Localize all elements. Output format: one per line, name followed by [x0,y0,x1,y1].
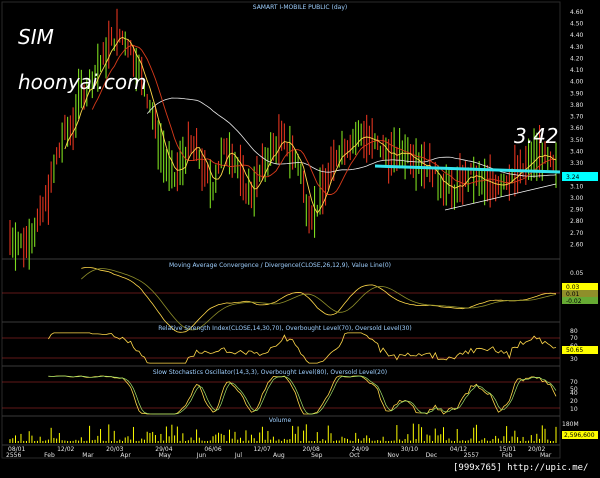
x-month-tick: Feb [502,452,513,459]
price-ytick: 4.20 [570,55,584,62]
x-month-tick: Aug [273,452,285,459]
x-month-tick: Nov [387,452,399,459]
x-month-tick: 2556 [6,452,21,459]
stoch-ytick: 20 [570,398,578,405]
trend-line [444,183,557,211]
price-ytick: 3.40 [570,148,584,155]
macd-title: Moving Average Convergence / Divergence(… [169,262,391,269]
rsi-ytick: 70 [570,335,578,342]
ticker-label: SIM [18,25,54,49]
price-ytick: 4.60 [570,9,584,16]
price-ytick: 4.50 [570,21,584,28]
stock-chart: SAMART I-MOBILE PUBLIC (day) SIM hoonyai… [1,1,598,473]
support-line [374,164,561,174]
x-month-tick: Jul [234,452,243,459]
ma-slow-line [146,97,557,177]
x-month-tick: Jun [196,452,207,459]
macd-marker-1-label: 0.03 [566,284,580,291]
x-month-tick: Oct [349,452,360,459]
stoch-y-axis: 7050402010 [570,379,578,413]
macd-marker-2-label: 0.01 [566,291,580,298]
x-month-tick: Feb [44,452,55,459]
price-ytick: 4.00 [570,79,584,86]
x-month-tick: Mar [82,452,94,459]
price-ytick: 2.80 [570,218,584,225]
price-y-axis: 4.60 4.50 4.40 4.30 4.20 4.10 4.00 3.90 3.80 3.70… [570,9,584,248]
price-ytick: 2.60 [570,241,584,248]
x-date-tick: 12/07 [253,446,270,453]
price-ytick: 3.10 [570,183,584,190]
stoch-pane: Slow Stochastics Oscillator(14,3,3), Ove… [2,369,560,415]
credit-label: [999x765] http://upic.me/ [453,463,588,473]
price-ytick: 4.10 [570,67,584,74]
stoch-ytick: 10 [570,406,578,413]
price-ytick: 3.80 [570,102,584,109]
volume-ytick: 180M [562,421,579,428]
x-axis-months: 2556 Feb Mar Apr May Jun Jul Aug Sep Oct Nov Dec 255… [6,452,552,459]
macd-ytick: 0.05 [570,270,584,277]
price-ytick: 2.70 [570,230,584,237]
price-title: SAMART I-MOBILE PUBLIC (day) [253,4,347,11]
x-month-tick: Dec [426,452,438,459]
x-date-tick: 12/02 [57,446,74,453]
price-pane: SAMART I-MOBILE PUBLIC (day) SIM hoonyai… [9,4,561,271]
price-ytick: 3.50 [570,137,584,144]
rsi-line [48,332,557,364]
rsi-ytick: 30 [570,356,578,363]
volume-pane: Volume 180M [9,417,579,443]
macd-line [81,267,557,333]
stoch-ytick: 40 [570,390,578,397]
price-ytick: 2.90 [570,207,584,214]
volume-title: Volume [269,417,292,424]
price-ytick: 3.90 [570,90,584,97]
x-month-tick: Apr [120,452,131,459]
price-bars [9,8,557,271]
rsi-marker-label: 50.65 [566,347,583,354]
x-month-tick: May [159,452,172,459]
stoch-ytick: 70 [570,379,578,386]
price-ytick: 3.70 [570,114,584,121]
macd-marker-3-label: -0.02 [566,298,582,305]
rsi-pane: Relative Strength Index(CLOSE,14,30,70),… [2,325,560,364]
rsi-ytick: 80 [570,328,578,335]
price-ytick: 3.60 [570,125,584,132]
rsi-y-axis: 80706030 [570,328,578,363]
x-month-tick: Mar [540,452,552,459]
last-price-callout: 3.42 [514,124,559,148]
stoch-title: Slow Stochastics Oscillator(14,3,3), Ove… [153,369,387,376]
rsi-title: Relative Strength Index(CLOSE,14,30,70),… [158,325,412,332]
macd-y-axis: 0.05 [570,270,584,277]
macd-signal-line [81,268,557,331]
volume-marker-label: 2,596,600 [564,432,595,439]
price-ytick: 3.00 [570,195,584,202]
price-ytick: 3.30 [570,160,584,167]
last-price-marker-label: 3.24 [566,174,580,181]
price-ytick: 4.40 [570,32,584,39]
source-label: hoonyai.com [18,70,147,94]
x-date-tick: 30/10 [401,446,418,453]
x-month-tick: Sep [311,452,323,459]
volume-bars [9,423,557,443]
x-date-tick: 06/06 [204,446,221,453]
price-ytick: 4.30 [570,44,584,51]
x-month-tick: 2557 [464,452,479,459]
